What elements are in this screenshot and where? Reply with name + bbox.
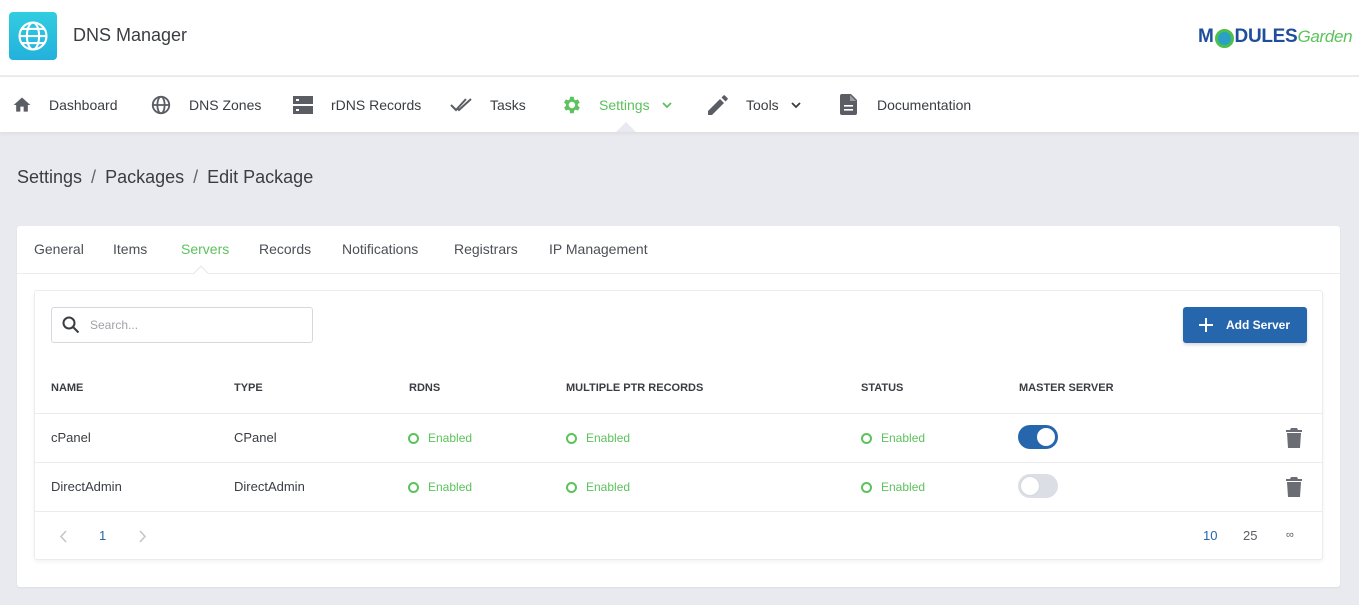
column-header-rdns[interactable]: RDNS (409, 382, 440, 394)
double-check-icon (450, 97, 472, 111)
status-circle-icon (861, 481, 872, 493)
rdns-status-text: Enabled (428, 480, 473, 494)
search-icon (62, 316, 80, 334)
add-server-button[interactable]: Add Server (1183, 307, 1307, 343)
tab-items[interactable]: Items (113, 241, 147, 257)
status-circle-icon (566, 481, 577, 493)
tab-ip-management[interactable]: IP Management (549, 241, 648, 257)
plus-icon (1199, 318, 1213, 332)
nav-label: Tasks (490, 96, 526, 113)
chevron-down-icon (791, 101, 801, 108)
brand-globe-icon (1214, 28, 1234, 48)
tab-notifications[interactable]: Notifications (342, 241, 418, 257)
pencil-icon (708, 94, 728, 115)
status-circle-icon (408, 481, 419, 493)
server-icon (293, 95, 313, 114)
nav-label: rDNS Records (331, 96, 422, 113)
tab-records[interactable]: Records (259, 241, 311, 257)
nav-item-dashboard[interactable]: Dashboard (11, 77, 118, 132)
tab-servers[interactable]: Servers (181, 241, 229, 257)
server-status-text: Enabled (881, 431, 926, 445)
brand-text-garden: Garden (1297, 27, 1353, 46)
master-server-toggle[interactable] (1018, 425, 1058, 449)
master-server-toggle[interactable] (1018, 474, 1058, 498)
search-box[interactable] (51, 307, 313, 343)
table-row[interactable]: DirectAdmin DirectAdmin Enabled Enabled … (35, 462, 1322, 511)
nav-label: Tools (746, 96, 779, 113)
rdns-status-text: Enabled (428, 431, 473, 445)
nav-item-tasks[interactable]: Tasks (450, 77, 526, 132)
table-row[interactable]: cPanel CPanel Enabled Enabled Enabled (35, 413, 1322, 462)
active-nav-indicator (616, 122, 636, 132)
server-type: DirectAdmin (234, 479, 305, 494)
server-type: CPanel (234, 430, 277, 445)
nav-item-dns-zones[interactable]: DNS Zones (150, 77, 261, 132)
search-input[interactable] (90, 318, 290, 332)
main-nav: Dashboard DNS Zones rDNS Records Tasks S… (0, 77, 1359, 132)
document-icon (840, 94, 857, 115)
multiple-ptr-status: Enabled (566, 480, 630, 494)
breadcrumb-settings[interactable]: Settings (17, 167, 82, 188)
nav-label: Settings (599, 96, 650, 113)
server-name: cPanel (51, 430, 91, 445)
toggle-knob (1021, 477, 1039, 495)
brand-text-dules: DULES (1234, 26, 1298, 47)
trash-icon[interactable] (1286, 477, 1302, 497)
add-server-label: Add Server (1226, 318, 1291, 332)
tab-general[interactable]: General (34, 241, 84, 257)
globe-icon (18, 21, 48, 51)
breadcrumb-separator: / (91, 167, 97, 187)
breadcrumb-edit-package: Edit Package (207, 167, 314, 187)
column-header-type[interactable]: TYPE (234, 382, 263, 394)
server-status: Enabled (861, 480, 925, 494)
brand-text-m: M (1198, 26, 1214, 47)
nav-label: DNS Zones (189, 96, 262, 113)
breadcrumb-separator: / (193, 167, 199, 187)
tab-registrars[interactable]: Registrars (454, 241, 518, 257)
status-circle-icon (566, 432, 577, 444)
nav-item-rdns-records[interactable]: rDNS Records (293, 77, 421, 132)
page-size-option[interactable]: 25 (1243, 528, 1257, 543)
edit-package-card: General Items Servers Records Notificati… (17, 226, 1340, 587)
modulesgarden-logo[interactable]: M DULES Garden (1198, 24, 1353, 50)
nav-label: Dashboard (49, 96, 118, 113)
active-tab-indicator (193, 264, 209, 274)
breadcrumb: Settings / Packages / Edit Package (17, 167, 313, 188)
server-status-text: Enabled (881, 480, 926, 494)
globe-icon (151, 95, 171, 114)
nav-item-tools[interactable]: Tools (708, 77, 801, 132)
toggle-knob (1037, 428, 1055, 446)
top-bar: DNS Manager M DULES Garden (0, 0, 1359, 76)
page-size-option[interactable]: ∞ (1286, 529, 1294, 541)
rdns-status: Enabled (408, 431, 472, 445)
multiple-ptr-status-text: Enabled (586, 431, 631, 445)
multiple-ptr-status-text: Enabled (586, 480, 631, 494)
home-icon (13, 97, 31, 112)
trash-icon[interactable] (1286, 428, 1302, 448)
chevron-left-icon[interactable] (59, 530, 67, 543)
servers-panel: Add Server NAME TYPE RDNS MULTIPLE PTR R… (34, 290, 1323, 560)
tab-bar: General Items Servers Records Notificati… (17, 226, 1340, 274)
column-header-name[interactable]: NAME (51, 382, 83, 394)
page-number[interactable]: 1 (99, 528, 106, 543)
status-circle-icon (861, 432, 872, 444)
status-circle-icon (408, 432, 419, 444)
app-title: DNS Manager (73, 25, 188, 45)
chevron-down-icon (661, 101, 672, 108)
multiple-ptr-status: Enabled (566, 431, 630, 445)
column-header-multiple-ptr[interactable]: MULTIPLE PTR RECORDS (566, 382, 703, 394)
page-size-option[interactable]: 10 (1203, 528, 1217, 543)
pagination: 1 10 25 ∞ (35, 511, 1322, 560)
breadcrumb-packages[interactable]: Packages (105, 167, 184, 188)
server-name: DirectAdmin (51, 479, 122, 494)
server-status: Enabled (861, 431, 925, 445)
app-logo[interactable] (9, 12, 57, 60)
nav-label: Documentation (877, 96, 972, 113)
chevron-right-icon[interactable] (139, 530, 147, 543)
column-header-status[interactable]: STATUS (861, 382, 903, 394)
rdns-status: Enabled (408, 480, 472, 494)
column-header-master-server[interactable]: MASTER SERVER (1019, 382, 1114, 394)
gear-icon (564, 96, 580, 113)
nav-item-documentation[interactable]: Documentation (840, 77, 971, 132)
